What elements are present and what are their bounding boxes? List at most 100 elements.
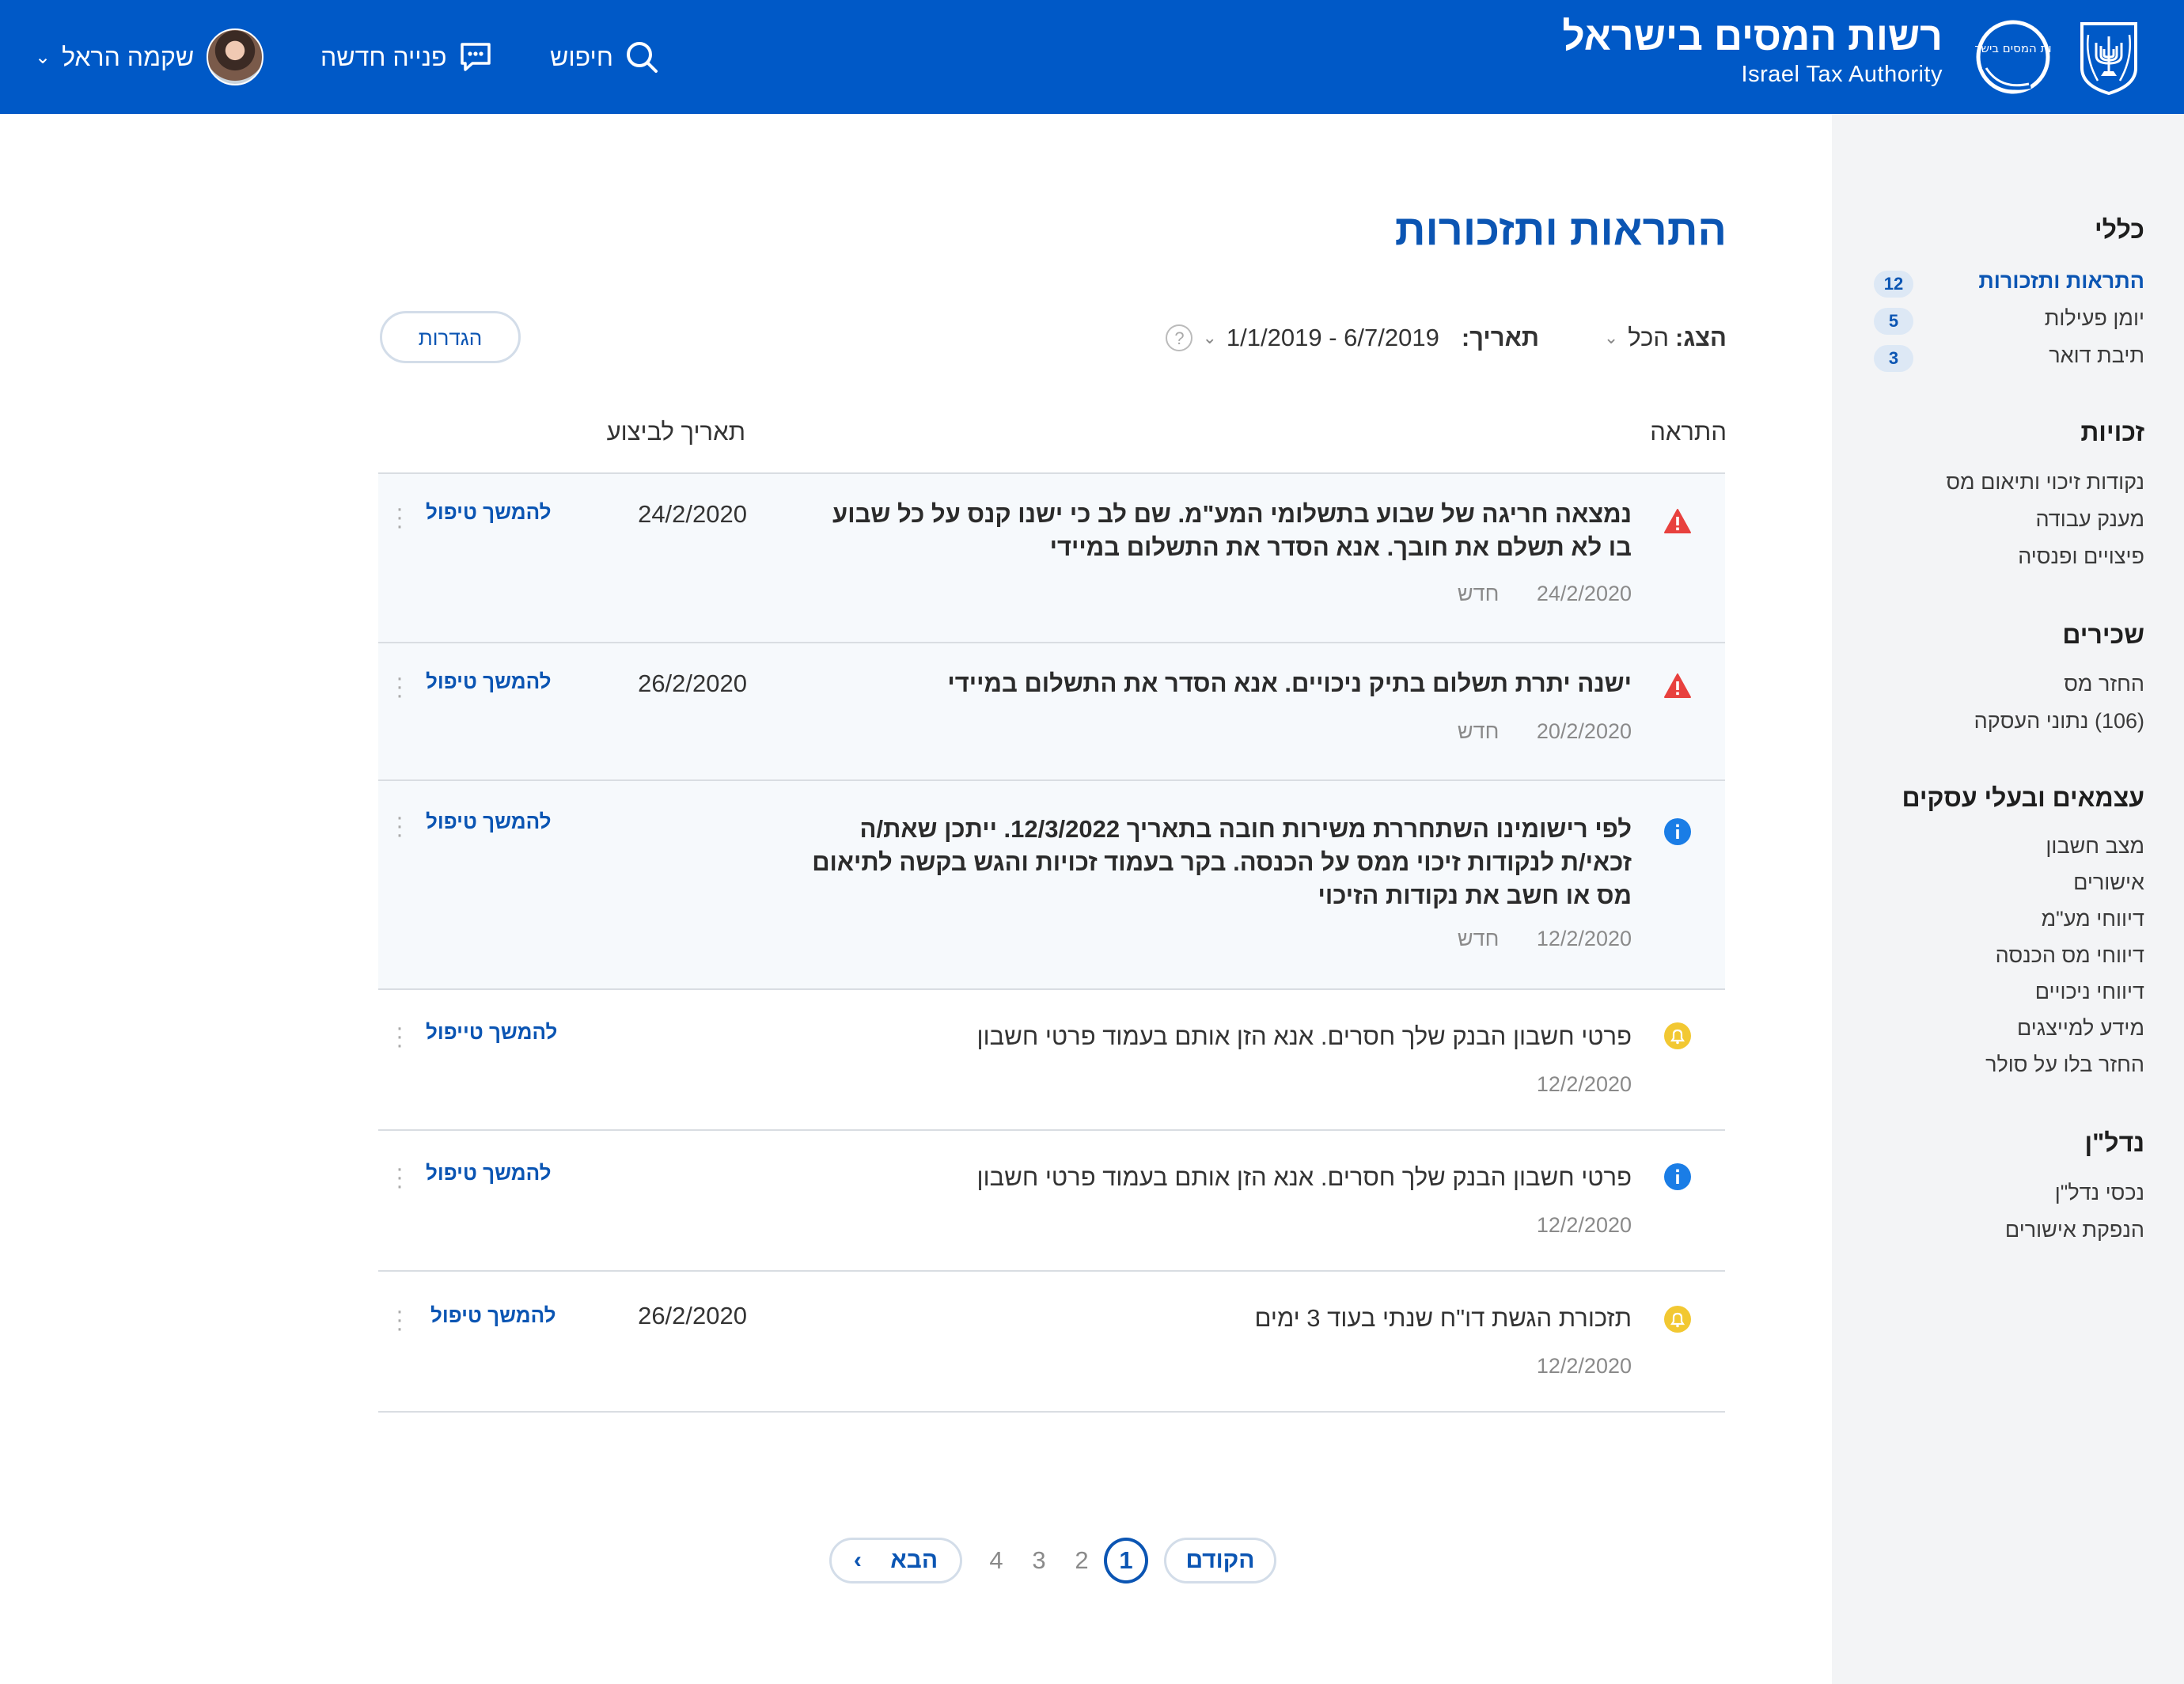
continue-handling-link[interactable]: להמשך טיפול xyxy=(426,669,552,694)
continue-handling-link[interactable]: להמשך טיפול xyxy=(430,1303,556,1328)
alert-message: נמצאה חריגה של שבוע בתשלומי המע"מ. שם לב… xyxy=(832,500,1632,561)
alert-meta: 12/2/2020 xyxy=(1537,1213,1632,1238)
date-range-value[interactable]: 6/7/2019 - 1/1/2019 xyxy=(1227,324,1439,352)
alert-meta: 24/2/2020 חדש xyxy=(1458,582,1632,606)
sidebar-item-real-estate-assets[interactable]: נכסי נדל"ן xyxy=(2055,1181,2144,1205)
column-header-alert: התראה xyxy=(1650,418,1727,446)
column-header-due-date: תאריך לביצוע xyxy=(606,418,745,446)
page-number-current[interactable]: 1 xyxy=(1104,1538,1148,1583)
sidebar-item-employment-data[interactable]: (106) נתוני העסקה xyxy=(1974,709,2144,734)
show-filter-value: הכל xyxy=(1628,324,1669,351)
user-name: שקמה הראל xyxy=(62,42,195,71)
sidebar-item-diesel-refund[interactable]: החזר בלו על סולר xyxy=(1985,1052,2144,1077)
table-row[interactable]: לפי רישומינו השתחררת משירות חובה בתאריך … xyxy=(378,781,1725,990)
more-options-icon[interactable]: · · · xyxy=(396,1157,404,1198)
next-page-button[interactable]: הבא › xyxy=(829,1538,962,1583)
help-icon[interactable]: ? xyxy=(1166,324,1193,351)
sidebar-item-work-grant[interactable]: מענק עבודה xyxy=(2035,507,2144,532)
sidebar-item-credit-points[interactable]: נקודות זיכוי ותיאום מס xyxy=(1946,470,2144,495)
alert-date: 20/2/2020 xyxy=(1536,719,1632,743)
table-row[interactable]: פרטי חשבון הבנק שלך חסרים. אנא הזן אותם … xyxy=(378,1131,1725,1272)
new-tag: חדש xyxy=(1457,719,1500,743)
sidebar-item-issue-certificates[interactable]: הנפקת אישורים xyxy=(2005,1218,2144,1242)
bell-icon xyxy=(1664,1022,1691,1049)
alert-meta: 20/2/2020 חדש xyxy=(1458,719,1632,744)
due-date: 26/2/2020 xyxy=(638,1302,747,1329)
sidebar-item-activity-log[interactable]: יומן פעילות xyxy=(2045,306,2144,331)
page-number[interactable]: 4 xyxy=(974,1538,1018,1583)
alert-message: ישנה יתרת תשלום בתיק ניכויים. אנא הסדר א… xyxy=(947,669,1632,697)
sidebar-section-rights: זכויות xyxy=(2080,418,2144,446)
new-request-button[interactable]: פנייה חדשה xyxy=(320,32,493,82)
org-name-hebrew: רשות המסים בישראל xyxy=(1562,14,1943,59)
alert-date: 12/2/2020 xyxy=(1536,1354,1632,1378)
sidebar-item-account-status[interactable]: מצב חשבון xyxy=(2046,834,2144,859)
top-header: רשות המסים בישראל רשות המסים בישראל Isra… xyxy=(0,0,2184,114)
table-row[interactable]: פרטי חשבון הבנק שלך חסרים. אנא הזן אותם … xyxy=(378,990,1725,1131)
more-options-icon[interactable]: · · · xyxy=(396,497,404,538)
logo-text: רשות המסים בישראל xyxy=(1975,41,2051,55)
table-row[interactable]: ישנה יתרת תשלום בתיק ניכויים. אנא הסדר א… xyxy=(378,643,1725,781)
sidebar-section-employees: שכירים xyxy=(2062,620,2144,649)
alert-message: פרטי חשבון הבנק שלך חסרים. אנא הזן אותם … xyxy=(976,1163,1632,1191)
continue-handling-link[interactable]: להמשך טייפול xyxy=(426,1020,557,1045)
alert-date: 12/2/2020 xyxy=(1536,927,1632,950)
info-icon xyxy=(1664,818,1691,845)
table-row[interactable]: נמצאה חריגה של שבוע בתשלומי המע"מ. שם לב… xyxy=(378,474,1725,643)
sidebar-item-severance-pension[interactable]: פיצויים ופנסיה xyxy=(2018,544,2144,569)
show-filter-label: הצג: xyxy=(1675,324,1727,351)
alert-meta: 12/2/2020 חדש xyxy=(1458,927,1632,951)
date-filter: תאריך: 6/7/2019 - 1/1/2019 ⌄ ? xyxy=(1166,318,1539,358)
alert-date: 12/2/2020 xyxy=(1536,1213,1632,1237)
avatar[interactable] xyxy=(207,28,264,85)
sidebar-item-alerts[interactable]: התראות ותזכורות xyxy=(1978,269,2144,294)
continue-handling-link[interactable]: להמשך טיפול xyxy=(426,500,552,525)
page-number[interactable]: 2 xyxy=(1060,1538,1104,1583)
alert-message: תזכורת הגשת דו"ח שנתי בעוד 3 ימים xyxy=(1254,1304,1632,1332)
previous-page-button[interactable]: הקודם xyxy=(1164,1538,1276,1583)
new-request-label: פנייה חדשה xyxy=(320,42,447,71)
alerts-table: נמצאה חריגה של שבוע בתשלומי המע"מ. שם לב… xyxy=(378,472,1725,1413)
more-options-icon[interactable]: · · · xyxy=(396,666,404,707)
chevron-down-icon: ⌄ xyxy=(1603,328,1619,347)
alert-message: פרטי חשבון הבנק שלך חסרים. אנא הזן אותם … xyxy=(976,1022,1632,1050)
sidebar-item-representatives-info[interactable]: מידע למייצגים xyxy=(2017,1016,2144,1041)
alert-meta: 12/2/2020 xyxy=(1537,1354,1632,1379)
new-tag: חדש xyxy=(1457,582,1500,605)
continue-handling-link[interactable]: להמשך טיפול xyxy=(426,1161,552,1185)
info-icon xyxy=(1664,1163,1691,1190)
user-menu[interactable]: שקמה הראל ⌄ xyxy=(35,28,264,85)
chevron-left-icon: › xyxy=(853,1547,862,1573)
page-number[interactable]: 3 xyxy=(1017,1538,1061,1583)
search-icon xyxy=(626,42,658,73)
sidebar-item-mailbox[interactable]: תיבת דואר xyxy=(2049,343,2144,368)
more-options-icon[interactable]: · · · xyxy=(396,1016,404,1057)
more-options-icon[interactable]: · · · xyxy=(396,1299,404,1341)
chevron-down-icon: ⌄ xyxy=(35,46,51,68)
alert-date: 12/2/2020 xyxy=(1536,1072,1632,1096)
more-options-icon[interactable]: · · · xyxy=(396,806,404,847)
continue-handling-link[interactable]: להמשך טיפול xyxy=(426,810,552,834)
search-button[interactable]: חיפוש xyxy=(550,32,659,82)
next-page-label: הבא xyxy=(890,1547,938,1573)
sidebar-item-income-tax-reports[interactable]: דיווחי מס הכנסה xyxy=(1996,943,2144,968)
sidebar-item-deductions-reports[interactable]: דיווחי ניכויים xyxy=(2035,980,2144,1004)
sidebar-section-general: כללי xyxy=(2095,215,2144,244)
alert-message: לפי רישומינו השתחררת משירות חובה בתאריך … xyxy=(812,815,1632,909)
due-date: 24/2/2020 xyxy=(638,500,747,528)
org-name-english: Israel Tax Authority xyxy=(1741,62,1943,87)
ita-logo-icon: רשות המסים בישראל xyxy=(1975,20,2051,94)
warning-icon xyxy=(1664,673,1691,698)
sidebar-item-tax-refund[interactable]: החזר מס xyxy=(2064,672,2144,696)
chevron-down-icon[interactable]: ⌄ xyxy=(1202,328,1216,348)
sidebar-section-real-estate: נדל"ן xyxy=(2084,1128,2144,1157)
sidebar-item-vat-reports[interactable]: דיווחי מע"מ xyxy=(2042,907,2144,931)
due-date: 26/2/2020 xyxy=(638,669,747,697)
show-filter-dropdown[interactable]: הצג: הכל ⌄ xyxy=(1604,318,1727,358)
pagination: הקודם 1 2 3 4 הבא › xyxy=(829,1538,1276,1583)
sidebar-item-certificates[interactable]: אישורים xyxy=(2073,870,2144,895)
date-filter-label: תאריך: xyxy=(1461,324,1539,351)
settings-button[interactable]: הגדרות xyxy=(380,311,521,363)
table-row[interactable]: תזכורת הגשת דו"ח שנתי בעוד 3 ימים 12/2/2… xyxy=(378,1272,1725,1413)
search-label: חיפוש xyxy=(550,42,613,71)
